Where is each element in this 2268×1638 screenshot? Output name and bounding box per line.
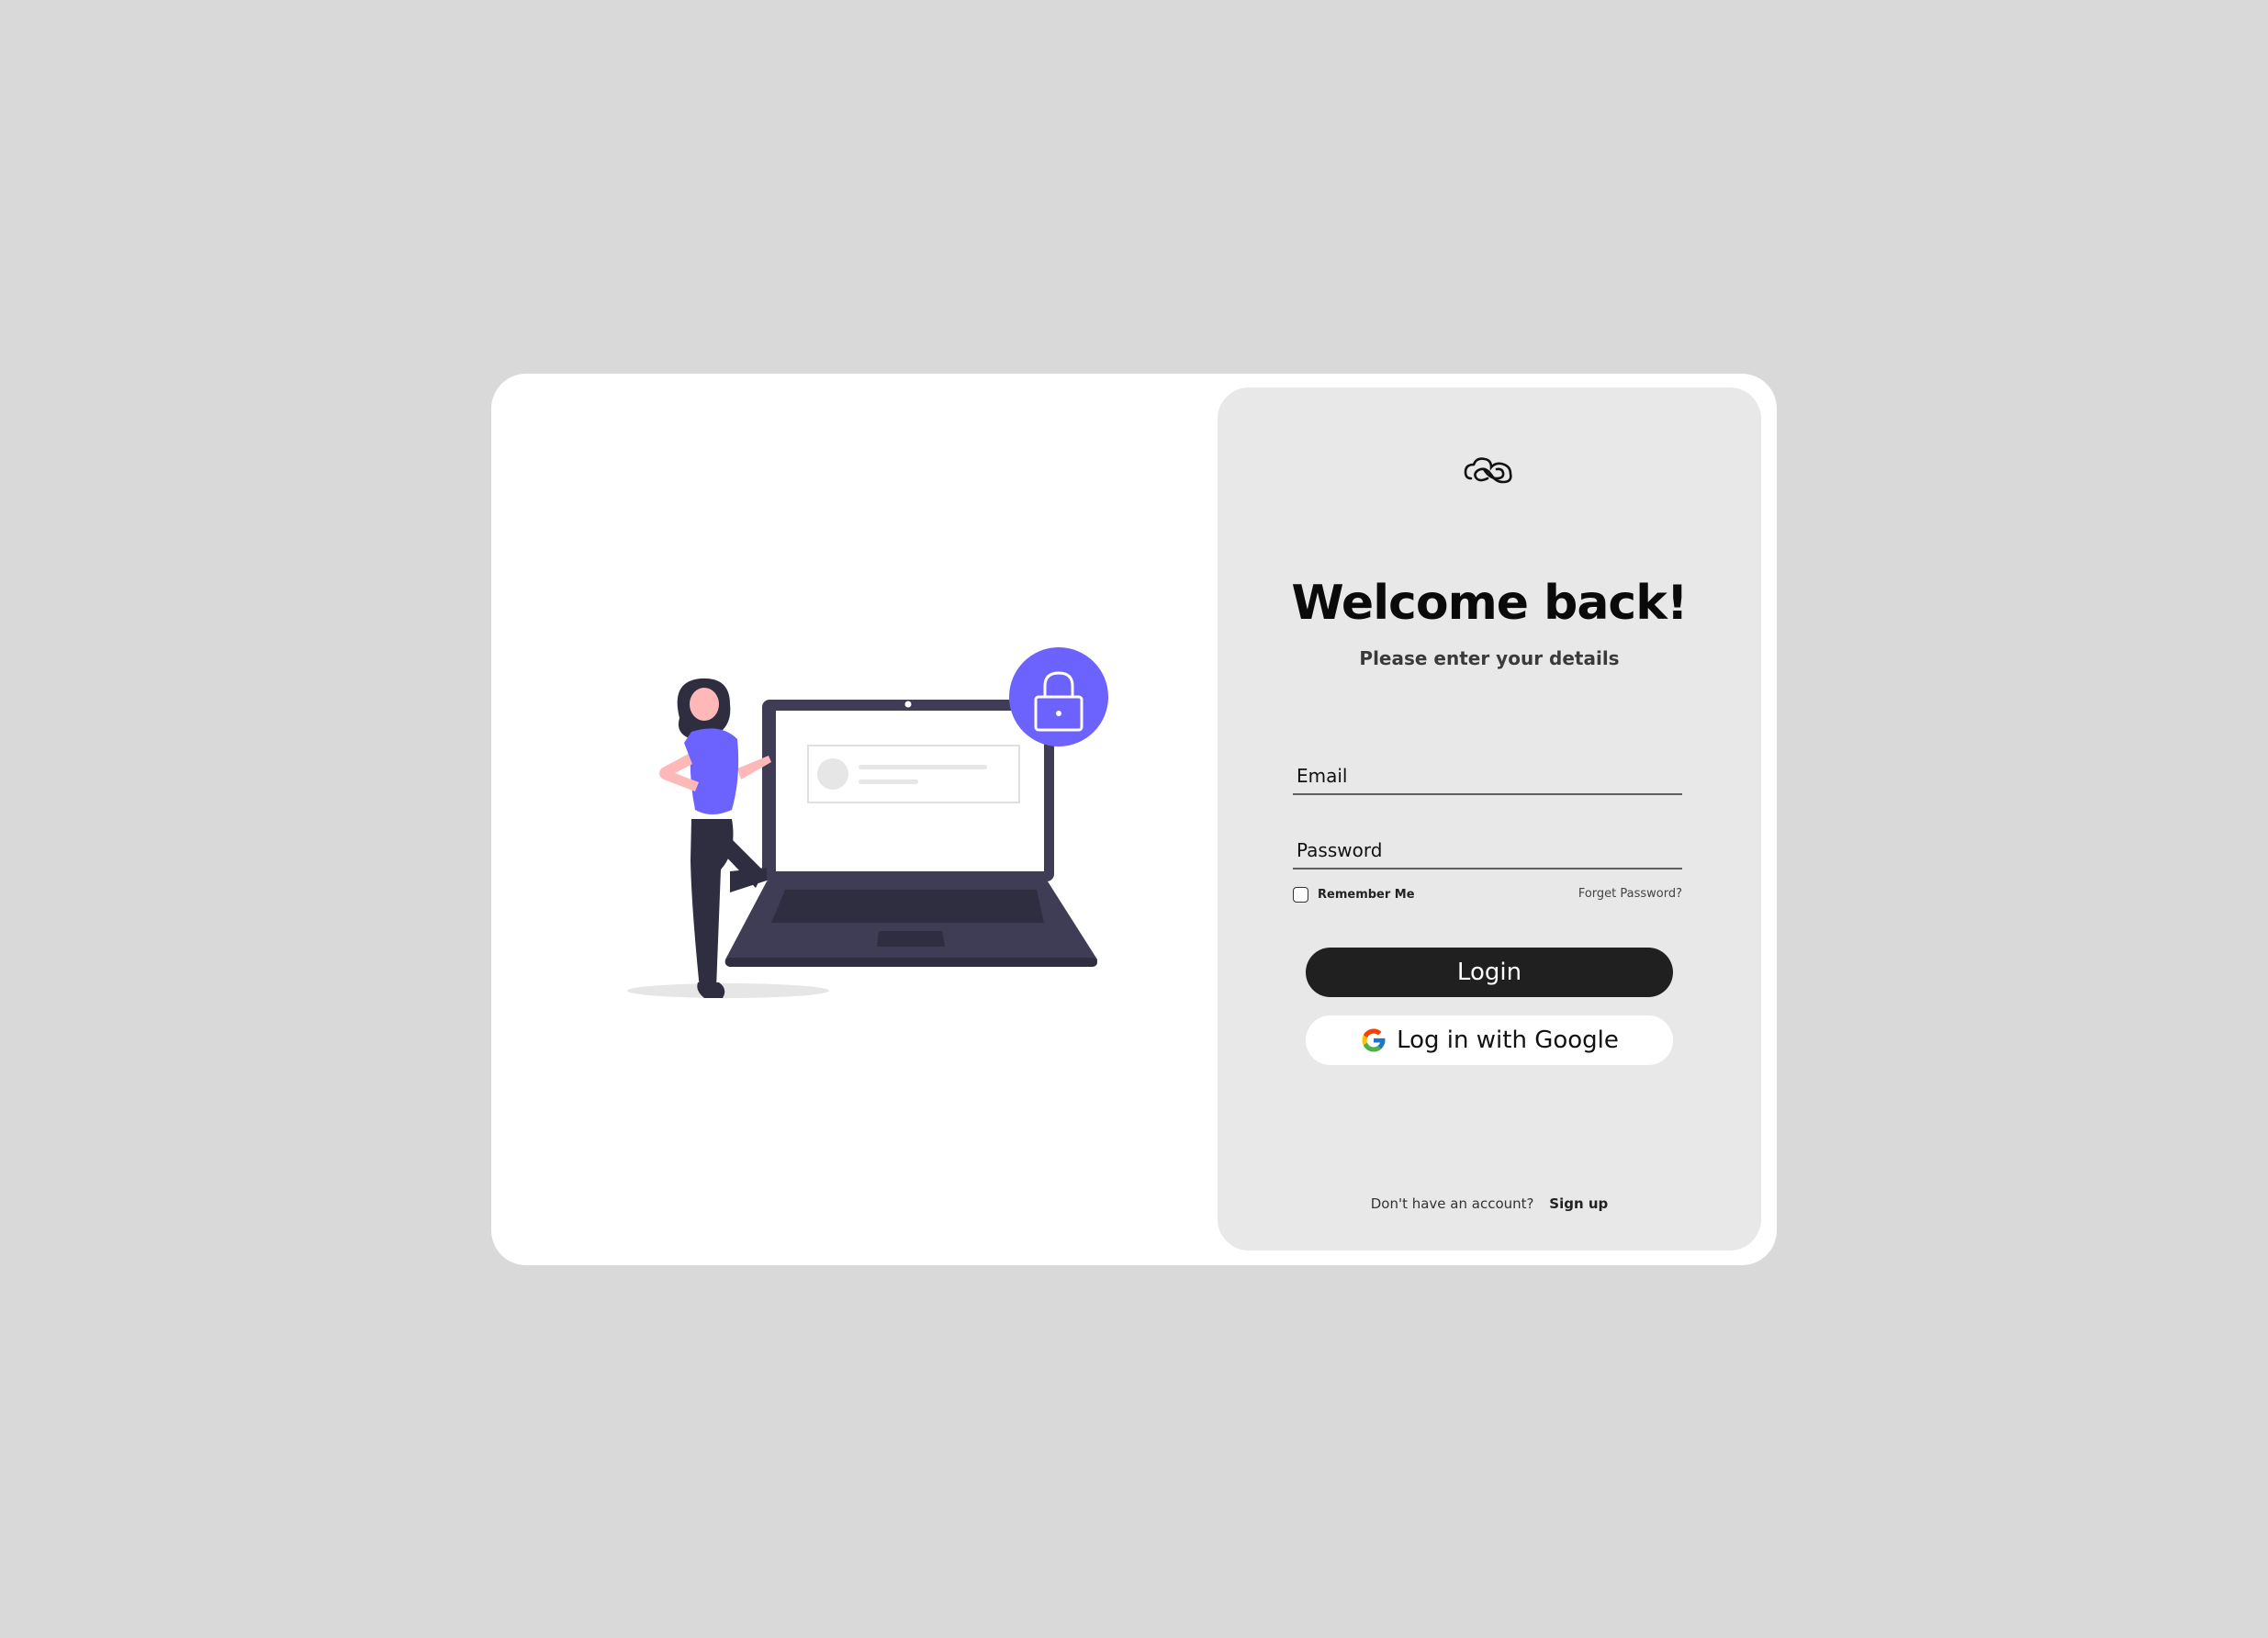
remember-me-label: Remember Me [1318,887,1415,902]
page-title: Welcome back! [1291,576,1688,631]
forgot-password-link[interactable]: Forget Password? [1578,887,1682,901]
login-button[interactable]: Login [1306,948,1673,997]
signup-link[interactable]: Sign up [1549,1195,1608,1212]
no-account-text: Don't have an account? [1370,1195,1534,1212]
lock-badge [1009,647,1108,746]
email-field-wrapper [1293,746,1682,795]
logo-icon [1464,457,1512,484]
google-login-button[interactable]: Log in with Google [1306,1015,1673,1065]
google-icon [1362,1028,1386,1052]
remember-me: Remember Me [1293,884,1415,904]
illustration [627,647,1108,998]
google-login-label: Log in with Google [1397,1027,1619,1054]
login-card: Welcome back! Please enter your details … [491,374,1777,1265]
signup-row: Don't have an account? Sign up [1218,1195,1761,1212]
login-panel: Welcome back! Please enter your details … [1218,387,1761,1251]
password-field[interactable] [1293,820,1682,868]
password-field-wrapper [1293,820,1682,869]
page-subtitle: Please enter your details [1359,647,1620,669]
email-field[interactable] [1293,746,1682,793]
shadow-ellipse [627,983,829,998]
remember-me-checkbox[interactable] [1293,886,1308,903]
login-button-label: Login [1456,959,1522,986]
